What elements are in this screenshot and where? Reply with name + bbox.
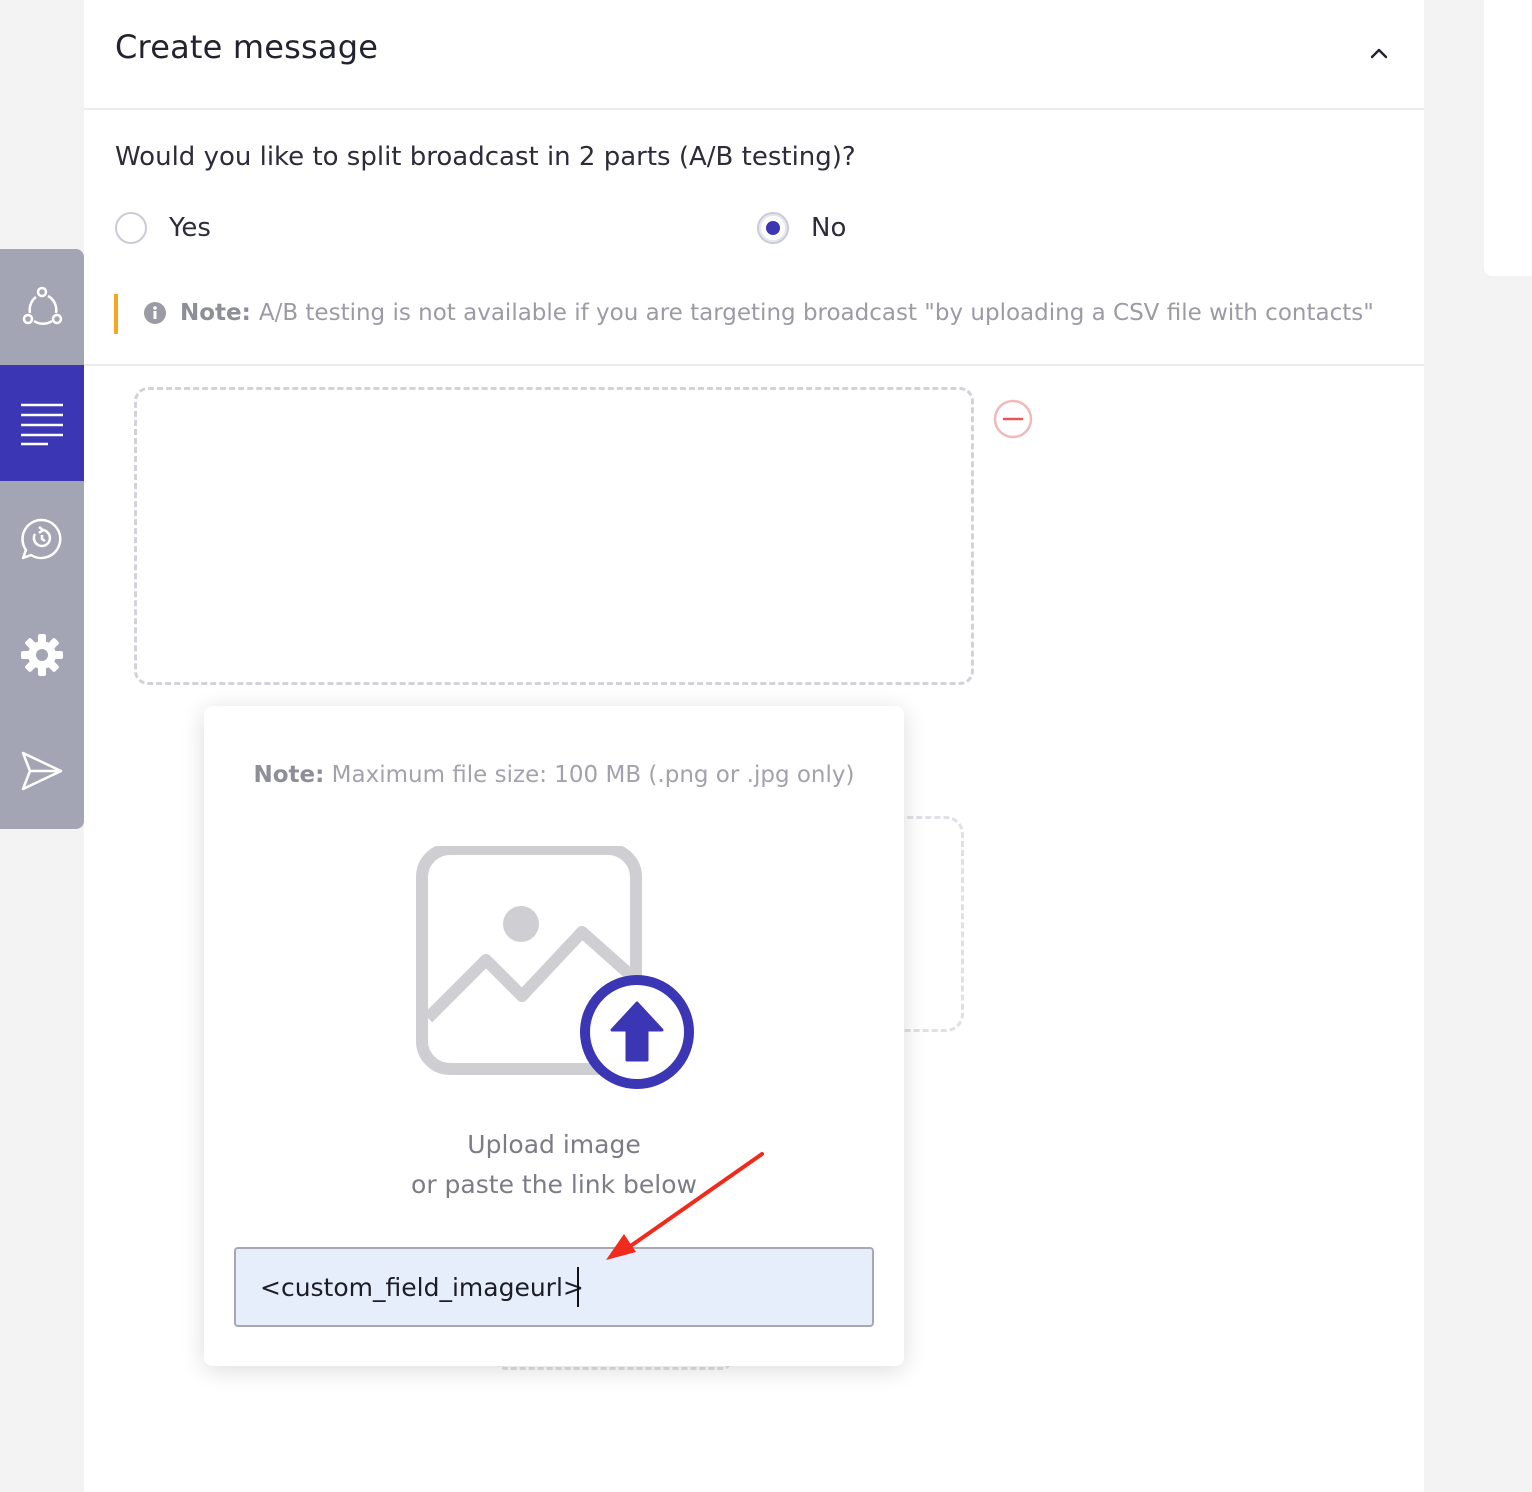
radio-no-label[interactable]: No — [811, 213, 846, 243]
page-title: Create message — [115, 28, 379, 66]
file-note-label: Note: — [253, 762, 325, 788]
text-caret — [577, 1267, 579, 1307]
collapse-button[interactable] — [1364, 38, 1394, 68]
right-card-edge — [1484, 0, 1532, 276]
file-size-note: Note: Maximum file size: 100 MB (.png or… — [204, 762, 904, 788]
image-drop-zone[interactable] — [134, 387, 974, 685]
info-icon — [144, 302, 166, 324]
segments-icon — [22, 286, 63, 326]
sidebar-item-segments[interactable] — [0, 249, 84, 365]
sidebar-item-settings[interactable] — [0, 597, 84, 713]
image-url-input[interactable] — [234, 1247, 874, 1327]
whatsapp-icon — [21, 518, 62, 560]
file-note-text: Maximum file size: 100 MB (.png or .jpg … — [331, 762, 855, 788]
radio-yes[interactable] — [115, 212, 147, 244]
chevron-up-icon — [1370, 48, 1388, 59]
radio-yes-label[interactable]: Yes — [169, 213, 211, 243]
remove-block-button[interactable] — [992, 398, 1034, 444]
sidebar — [0, 249, 84, 829]
minus-circle-icon — [993, 399, 1033, 439]
radio-option-no[interactable]: No — [757, 212, 846, 244]
popover-arrow — [535, 684, 579, 706]
section-divider — [84, 364, 1424, 366]
radio-option-yes[interactable]: Yes — [115, 212, 211, 244]
sidebar-item-message[interactable] — [0, 365, 84, 481]
sidebar-item-send[interactable] — [0, 713, 84, 829]
gear-icon — [21, 634, 63, 676]
paste-link-label: or paste the link below — [411, 1170, 697, 1199]
upload-image-button[interactable] — [416, 843, 696, 1094]
panel-header: Create message — [84, 0, 1424, 110]
upload-image-label: Upload image — [467, 1130, 641, 1159]
ab-testing-note: Note: A/B testing is not available if yo… — [144, 300, 1374, 326]
ab-testing-question: Would you like to split broadcast in 2 p… — [115, 142, 856, 172]
note-text: A/B testing is not available if you are … — [258, 300, 1374, 326]
text-lines-icon — [21, 403, 63, 446]
image-upload-icon — [416, 843, 694, 1089]
note-accent-bar — [114, 294, 118, 334]
radio-no[interactable] — [757, 212, 789, 244]
send-icon — [21, 751, 63, 791]
note-label: Note: — [180, 300, 251, 326]
sidebar-item-whatsapp[interactable] — [0, 481, 84, 597]
upload-image-popover: Note: Maximum file size: 100 MB (.png or… — [204, 706, 904, 1366]
